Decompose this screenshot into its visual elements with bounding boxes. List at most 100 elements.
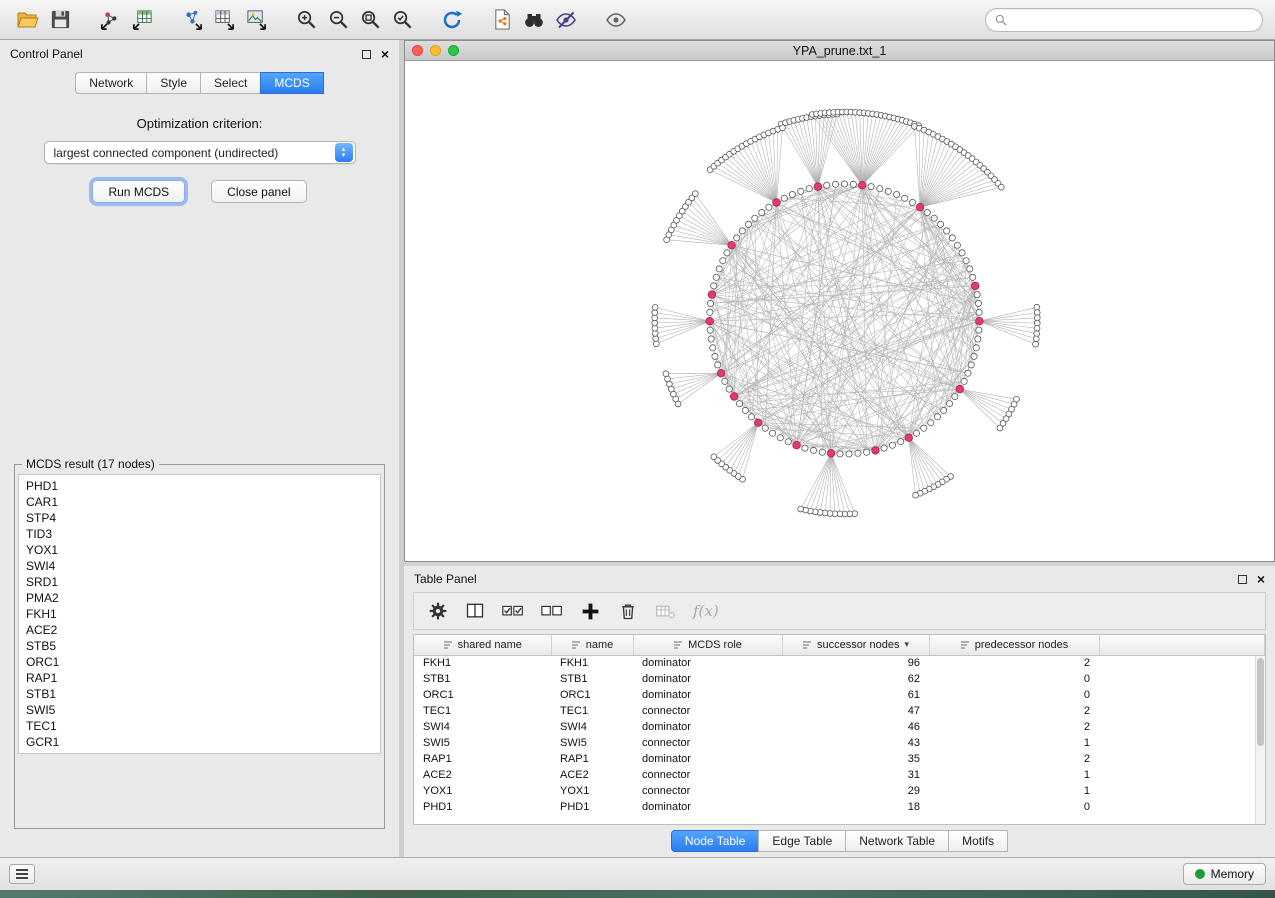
cell-shared-name[interactable]: RAP1 [414,751,551,767]
cell-successor-nodes[interactable]: 18 [782,799,929,815]
zoom-in-button[interactable] [290,4,322,36]
cell-successor-nodes[interactable]: 29 [782,783,929,799]
export-table-button[interactable] [208,4,240,36]
open-session-button[interactable] [12,4,44,36]
table-row[interactable]: SWI5 SWI5 connector 43 1 [414,735,1265,751]
cell-shared-name[interactable]: SWI4 [414,719,551,735]
cell-predecessor-nodes[interactable]: 0 [929,687,1099,703]
cell-mcds-role[interactable]: dominator [633,687,782,703]
status-menu-button[interactable] [9,864,35,884]
mcds-result-item[interactable]: GCR1 [26,734,373,750]
mcds-result-item[interactable]: SWI5 [26,702,373,718]
mcds-result-item[interactable]: STB5 [26,638,373,654]
table-panel-tab[interactable]: Node Table [671,830,760,852]
mcds-result-item[interactable]: ORC1 [26,654,373,670]
mcds-result-item[interactable]: FKH1 [26,606,373,622]
window-close-icon[interactable] [412,45,423,56]
mcds-result-item[interactable]: TID3 [26,526,373,542]
cell-mcds-role[interactable]: connector [633,703,782,719]
cell-predecessor-nodes[interactable]: 2 [929,751,1099,767]
cell-mcds-role[interactable]: connector [633,767,782,783]
cell-successor-nodes[interactable]: 35 [782,751,929,767]
float-panel-icon[interactable] [362,50,371,59]
cell-successor-nodes[interactable]: 47 [782,703,929,719]
cell-mcds-role[interactable]: dominator [633,671,782,687]
mcds-result-item[interactable]: TEC1 [26,718,373,734]
select-all-button[interactable] [502,603,524,620]
criterion-select[interactable]: largest connected component (undirected)… [44,141,356,164]
cell-shared-name[interactable]: YOX1 [414,783,551,799]
global-search[interactable] [985,8,1263,32]
cell-name[interactable]: SWI4 [551,719,633,735]
scrollbar-thumb[interactable] [1257,658,1264,746]
hide-selected-button[interactable] [550,4,582,36]
cell-predecessor-nodes[interactable]: 0 [929,671,1099,687]
cell-shared-name[interactable]: TEC1 [414,703,551,719]
cell-predecessor-nodes[interactable]: 1 [929,783,1099,799]
table-row[interactable]: ACE2 ACE2 connector 31 1 [414,767,1265,783]
column-header[interactable]: predecessor nodes ▾ [929,635,1099,655]
cell-shared-name[interactable]: SWI5 [414,735,551,751]
cell-predecessor-nodes[interactable]: 2 [929,655,1099,671]
mcds-result-item[interactable]: SRD1 [26,574,373,590]
zoom-selected-button[interactable] [386,4,418,36]
column-header[interactable]: successor nodes ▾ [782,635,929,655]
cell-name[interactable]: SWI5 [551,735,633,751]
share-network-document-button[interactable] [486,4,518,36]
close-panel-icon[interactable]: × [381,49,389,59]
network-canvas[interactable] [405,61,1274,561]
cell-name[interactable]: RAP1 [551,751,633,767]
table-row[interactable]: PHD1 PHD1 dominator 18 0 [414,799,1265,815]
cell-mcds-role[interactable]: dominator [633,799,782,815]
mcds-result-item[interactable]: PMA2 [26,590,373,606]
window-maximize-icon[interactable] [448,45,459,56]
cell-shared-name[interactable]: STB1 [414,671,551,687]
zoom-fit-button[interactable] [354,4,386,36]
cell-name[interactable]: YOX1 [551,783,633,799]
table-row[interactable]: SWI4 SWI4 dominator 46 2 [414,719,1265,735]
cell-shared-name[interactable]: ORC1 [414,687,551,703]
cell-predecessor-nodes[interactable]: 0 [929,799,1099,815]
cell-mcds-role[interactable]: connector [633,735,782,751]
control-panel-tab[interactable]: Select [200,72,261,94]
show-all-button[interactable] [600,4,632,36]
zoom-out-button[interactable] [322,4,354,36]
cell-successor-nodes[interactable]: 46 [782,719,929,735]
table-settings-button[interactable] [428,601,448,621]
mcds-result-item[interactable]: YOX1 [26,542,373,558]
cell-successor-nodes[interactable]: 62 [782,671,929,687]
cell-successor-nodes[interactable]: 96 [782,655,929,671]
cell-name[interactable]: ACE2 [551,767,633,783]
close-panel-button[interactable]: Close panel [211,180,306,203]
network-window-titlebar[interactable]: YPA_prune.txt_1 [405,41,1274,61]
network-graph[interactable] [405,61,1274,561]
search-input[interactable] [1008,13,1254,27]
cell-name[interactable]: PHD1 [551,799,633,815]
control-panel-tab[interactable]: Network [75,72,147,94]
float-panel-icon[interactable] [1238,575,1247,584]
deselect-all-button[interactable] [541,603,563,620]
cell-predecessor-nodes[interactable]: 2 [929,719,1099,735]
mcds-result-item[interactable]: ACE2 [26,622,373,638]
cell-mcds-role[interactable]: connector [633,783,782,799]
close-panel-icon[interactable]: × [1257,574,1265,584]
table-row[interactable]: ORC1 ORC1 dominator 61 0 [414,687,1265,703]
cell-predecessor-nodes[interactable]: 1 [929,735,1099,751]
mcds-result-item[interactable]: STB1 [26,686,373,702]
cell-successor-nodes[interactable]: 61 [782,687,929,703]
window-minimize-icon[interactable] [430,45,441,56]
cell-mcds-role[interactable]: dominator [633,655,782,671]
apply-layout-button[interactable] [436,4,468,36]
mcds-result-item[interactable]: STP4 [26,510,373,526]
table-panel-tab[interactable]: Motifs [948,830,1008,852]
mcds-result-item[interactable]: SWI4 [26,558,373,574]
import-table-button[interactable] [126,4,158,36]
export-network-button[interactable] [176,4,208,36]
mcds-result-item[interactable]: RAP1 [26,670,373,686]
cell-shared-name[interactable]: PHD1 [414,799,551,815]
cell-name[interactable]: STB1 [551,671,633,687]
table-row[interactable]: FKH1 FKH1 dominator 96 2 [414,655,1265,671]
memory-button[interactable]: Memory [1183,863,1266,885]
table-row[interactable]: YOX1 YOX1 connector 29 1 [414,783,1265,799]
cell-successor-nodes[interactable]: 43 [782,735,929,751]
